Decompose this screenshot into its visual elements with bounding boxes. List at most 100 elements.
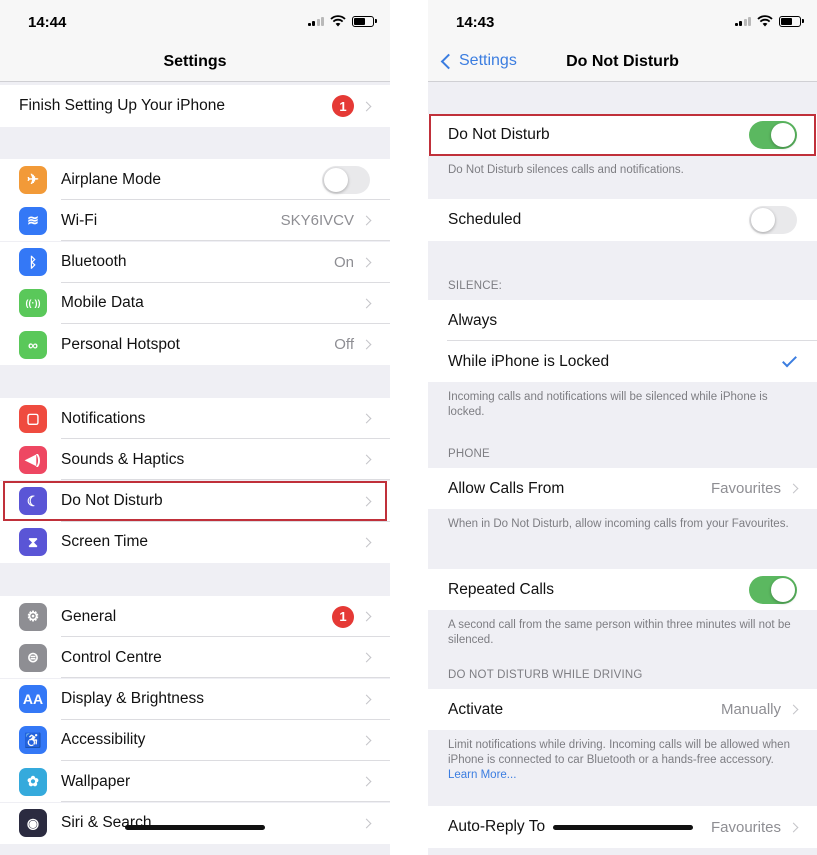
moon-icon: ☾ [19,487,47,516]
chevron-right-icon [361,652,372,663]
scheduled-label: Scheduled [448,211,522,228]
settings-row-value: On [333,253,354,271]
settings-row-label: Do Not Disturb [61,492,163,510]
chevron-right-icon [361,611,372,622]
home-indicator [553,825,693,830]
switches-icon: ⊜ [19,643,47,672]
settings-row-label: Accessibility [61,731,146,749]
dnd-toggle[interactable] [749,121,797,149]
repeated-calls-toggle[interactable] [749,575,797,604]
dnd-footer: Do Not Disturb silences calls and notifi… [448,164,684,176]
settings-row-label: Notifications [61,409,146,427]
silence-header: SILENCE: [448,280,503,292]
settings-row-do-not-disturb[interactable]: ☾ Do Not Disturb [0,480,390,522]
auto-reply-value: Favourites [710,818,781,836]
driving-footer: Limit notifications while driving. Incom… [448,738,797,783]
driving-header: DO NOT DISTURB WHILE DRIVING [448,669,643,681]
chevron-right-icon [361,257,372,268]
settings-row-wi-fi[interactable]: ≋ Wi-Fi SKY6IVCV [0,200,390,242]
dnd-label: Do Not Disturb [448,126,550,143]
page-title: Do Not Disturb [566,53,679,70]
settings-row-display-brightness[interactable]: AA Display & Brightness [0,678,390,720]
repeated-calls-footer: A second call from the same person withi… [448,619,791,646]
activate-value: Manually [720,701,781,718]
allow-calls-row[interactable]: Allow Calls From Favourites [428,468,817,509]
chevron-right-icon [788,483,799,494]
chevron-right-icon [788,704,799,715]
settings-row-wallpaper[interactable]: ✿ Wallpaper [0,761,390,803]
cellular-signal-icon [734,16,751,26]
learn-more-link[interactable]: Learn More... [448,769,516,781]
page-title: Settings [163,53,227,70]
always-row[interactable]: Always [428,300,817,341]
scheduled-row: Scheduled [428,199,817,241]
text-size-icon: AA [19,685,47,714]
chevron-right-icon [361,735,372,746]
scheduled-toggle[interactable] [749,206,797,234]
settings-row-label: Screen Time [61,533,149,551]
allow-calls-footer: When in Do Not Disturb, allow incoming c… [448,518,789,530]
settings-row-general[interactable]: ⚙ General 1 [0,596,390,637]
settings-row-control-centre[interactable]: ⊜ Control Centre [0,637,390,679]
finish-setup-row[interactable]: Finish Setting Up Your iPhone 1 [0,85,390,127]
settings-row-notifications[interactable]: ▢ Notifications [0,398,390,439]
battery-icon [779,15,804,27]
chevron-right-icon [361,215,372,226]
settings-row-accessibility[interactable]: ♿ Accessibility [0,719,390,761]
settings-row-value: SKY6IVCV [280,212,354,230]
settings-row-personal-hotspot[interactable]: ∞ Personal Hotspot Off [0,324,390,366]
chevron-right-icon [361,454,372,465]
settings-row-mobile-data[interactable]: ((·)) Mobile Data [0,282,390,324]
airplane-icon: ✈ [19,165,47,194]
auto-reply-label: Auto-Reply To [448,818,546,835]
do-not-disturb-screen: 14:43 Settings Do Not Disturb Do Not Dis… [428,0,817,855]
settings-row-siri-search[interactable]: ◉ Siri & Search [0,802,390,844]
repeated-calls-row: Repeated Calls [428,569,817,610]
airplane-mode-toggle[interactable] [322,165,370,194]
while-locked-row[interactable]: While iPhone is Locked [428,341,817,382]
settings-row-label: Personal Hotspot [61,335,180,353]
dnd-toggle-row: Do Not Disturb [428,114,817,156]
settings-row-airplane-mode[interactable]: ✈ Airplane Mode [0,159,390,200]
chevron-right-icon [361,101,372,111]
bluetooth-icon: ᛒ [19,248,47,277]
settings-row-label: Wallpaper [61,772,131,790]
repeated-calls-label: Repeated Calls [448,580,554,598]
home-indicator [125,825,265,830]
chevron-right-icon [361,413,372,424]
settings-row-label: Sounds & Haptics [61,450,185,468]
system-icons [307,15,377,27]
hourglass-icon: ⧗ [19,528,47,557]
siri-icon: ◉ [19,809,47,837]
driving-footer-text: Limit notifications while driving. Incom… [448,739,790,766]
chevron-right-icon [361,694,372,705]
settings-row-sounds-haptics[interactable]: ◀) Sounds & Haptics [0,439,390,481]
speaker-icon: ◀) [19,445,47,474]
settings-screen: 14:44 Settings Finish Setting Up Your iP… [0,0,390,855]
settings-row-label: Mobile Data [61,294,144,312]
link-icon: ∞ [19,330,47,359]
settings-row-bluetooth[interactable]: ᛒ Bluetooth On [0,241,390,283]
status-bar: 14:44 [0,0,390,44]
antenna-icon: ((·)) [19,289,47,318]
activate-row[interactable]: Activate Manually [428,689,817,730]
nav-bar: Settings [0,44,390,82]
finish-setup-badge: 1 [332,95,354,117]
chevron-right-icon [361,298,372,309]
wifi-status-icon [757,15,773,27]
settings-row-label: Display & Brightness [61,690,205,708]
silence-footer: Incoming calls and notifications will be… [448,391,768,418]
update-badge: 1 [332,605,354,628]
allow-calls-value: Favourites [710,480,781,497]
flower-icon: ✿ [19,767,47,796]
notifications-icon: ▢ [19,404,47,433]
settings-row-value: Off [334,336,354,354]
always-label: Always [448,311,498,329]
settings-row-label: Wi-Fi [61,211,98,229]
settings-row-label: Bluetooth [61,253,127,271]
chevron-right-icon [361,339,372,350]
finish-setup-label: Finish Setting Up Your iPhone [19,97,225,114]
checkmark-icon [782,352,797,367]
system-icons [734,15,804,27]
settings-row-screen-time[interactable]: ⧗ Screen Time [0,521,390,563]
